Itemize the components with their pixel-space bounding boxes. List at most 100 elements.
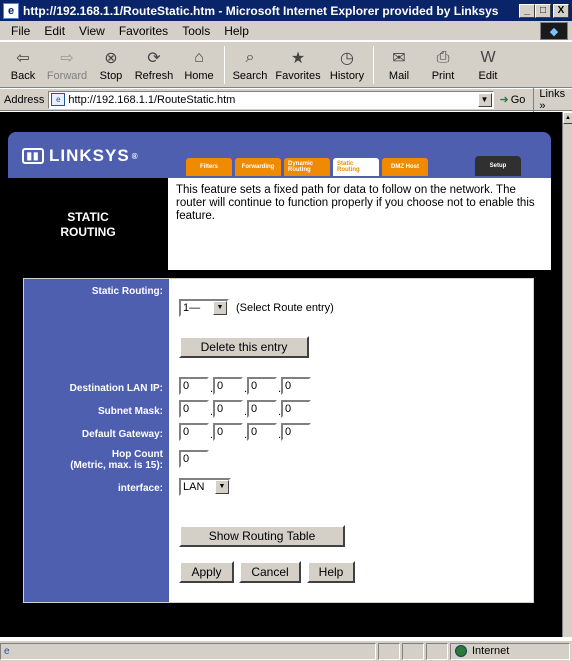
gateway-octet-3[interactable]: 0 [247, 423, 277, 441]
back-arrow-icon: ⇦ [16, 50, 30, 67]
section-title-line1: STATIC [67, 210, 109, 224]
print-label: Print [431, 70, 455, 82]
mask-octet-4[interactable]: 0 [281, 400, 311, 418]
mail-label: Mail [388, 70, 410, 82]
gateway-octet-1[interactable]: 0 [179, 423, 209, 441]
tab-setup[interactable]: Setup [475, 156, 521, 176]
home-icon: ⌂ [194, 49, 204, 66]
route-entry-select[interactable]: 1— ▼ [179, 299, 229, 317]
mail-button[interactable]: ✉ Mail [378, 43, 420, 87]
destination-ip-label: Destination LAN IP: [69, 383, 163, 394]
search-label: Search [232, 70, 268, 82]
favorites-button[interactable]: ★ Favorites [271, 43, 325, 87]
menu-file[interactable]: File [4, 24, 37, 38]
mask-octet-2[interactable]: 0 [213, 400, 243, 418]
tab-static-routing[interactable]: Static Routing [333, 158, 379, 176]
page-status-icon: e [4, 645, 10, 657]
mask-octet-3[interactable]: 0 [247, 400, 277, 418]
show-routing-table-button[interactable]: Show Routing Table [179, 525, 345, 547]
toolbar: ⇦ Back ⇨ Forward ⊗ Stop ⟳ Refresh ⌂ Home… [0, 42, 572, 88]
menu-favorites[interactable]: Favorites [112, 24, 175, 38]
interface-select[interactable]: LAN ▼ [179, 478, 231, 496]
globe-icon [455, 645, 467, 657]
security-zone: Internet [450, 642, 570, 660]
address-input[interactable]: e http://192.168.1.1/RouteStatic.htm ▼ [48, 90, 494, 109]
dest-ip-octet-2[interactable]: 0 [213, 377, 243, 395]
vertical-scrollbar[interactable]: ▲ [562, 112, 572, 637]
address-url: http://192.168.1.1/RouteStatic.htm [68, 93, 236, 106]
linksys-brand: LINKSYS [49, 146, 130, 165]
static-routing-label: Static Routing: [91, 286, 163, 297]
forward-button[interactable]: ⇨ Forward [42, 43, 92, 87]
menu-bar: File Edit View Favorites Tools Help ◆ [0, 21, 572, 41]
cancel-button[interactable]: Cancel [239, 561, 301, 583]
status-cell [426, 642, 448, 660]
default-gateway-label: Default Gateway: [81, 429, 163, 440]
chevron-down-icon: ▼ [215, 480, 229, 494]
edit-button[interactable]: W Edit [466, 43, 510, 87]
tab-dynamic-routing[interactable]: Dynamic Routing [284, 158, 330, 176]
stop-button[interactable]: ⊗ Stop [92, 43, 130, 87]
form-frame: Static Routing: Destination LAN IP: Subn… [8, 270, 551, 608]
status-text-cell: e [0, 642, 376, 660]
subnet-mask-label: Subnet Mask: [97, 406, 163, 417]
menu-tools[interactable]: Tools [175, 24, 217, 38]
edit-label: Edit [478, 70, 498, 82]
menu-edit[interactable]: Edit [37, 24, 72, 38]
gateway-octet-2[interactable]: 0 [213, 423, 243, 441]
search-icon: ⌕ [245, 49, 255, 66]
minimize-button[interactable]: _ [519, 3, 535, 18]
form-label-column: Static Routing: Destination LAN IP: Subn… [24, 279, 169, 602]
intro-text: This feature sets a fixed path for data … [176, 184, 535, 222]
stop-icon: ⊗ [104, 50, 118, 67]
print-icon: ⎙ [436, 49, 450, 66]
status-cell [402, 642, 424, 660]
route-entry-hint: (Select Route entry) [236, 302, 334, 314]
close-button[interactable]: X [553, 3, 569, 18]
gateway-octet-4[interactable]: 0 [281, 423, 311, 441]
address-bar: Address e http://192.168.1.1/RouteStatic… [0, 87, 572, 112]
links-button[interactable]: Links » [533, 87, 572, 112]
favorites-label: Favorites [275, 70, 321, 82]
dest-ip-octet-3[interactable]: 0 [247, 377, 277, 395]
dest-ip-octet-4[interactable]: 0 [281, 377, 311, 395]
go-button[interactable]: ➜ Go [500, 93, 526, 107]
intro-section: STATIC ROUTING This feature sets a fixed… [8, 178, 551, 270]
history-icon: ◷ [340, 50, 354, 67]
tab-dmz-host[interactable]: DMZ Host [382, 158, 428, 176]
scroll-up-icon[interactable]: ▲ [563, 112, 572, 124]
interface-label: interface: [117, 483, 163, 494]
back-button[interactable]: ⇦ Back [4, 43, 42, 87]
apply-button[interactable]: Apply [179, 561, 234, 583]
refresh-button[interactable]: ⟳ Refresh [130, 43, 178, 87]
router-tabs: Filters Forwarding Dynamic Routing Stati… [186, 156, 521, 176]
static-routing-form: Static Routing: Destination LAN IP: Subn… [23, 278, 534, 603]
search-button[interactable]: ⌕ Search [229, 43, 271, 87]
route-entry-value: 1— [183, 302, 201, 314]
stop-label: Stop [99, 70, 123, 82]
section-title: STATIC ROUTING [8, 178, 168, 270]
maximize-button[interactable]: □ [535, 3, 551, 18]
title-bar: e http://192.168.1.1/RouteStatic.htm - M… [0, 0, 572, 21]
mask-octet-1[interactable]: 0 [179, 400, 209, 418]
address-dropdown-icon[interactable]: ▼ [477, 92, 492, 107]
refresh-icon: ⟳ [147, 50, 161, 67]
menu-help[interactable]: Help [217, 24, 256, 38]
ie-page-icon: e [3, 2, 19, 19]
home-button[interactable]: ⌂ Home [178, 43, 220, 87]
hop-count-input[interactable]: 0 [179, 450, 209, 468]
history-button[interactable]: ◷ History [325, 43, 369, 87]
dest-ip-octet-1[interactable]: 0 [179, 377, 209, 395]
home-label: Home [184, 70, 214, 82]
toolbar-separator [224, 46, 225, 84]
interface-value: LAN [183, 481, 205, 493]
page-content: ▮▮ LINKSYS ® Filters Forwarding Dynamic … [0, 112, 562, 637]
tab-forwarding[interactable]: Forwarding [235, 158, 281, 176]
windows-logo-icon: ◆ [540, 22, 568, 40]
hop-count-label-2: (Metric, max. is 15): [70, 460, 163, 471]
help-button[interactable]: Help [307, 561, 355, 583]
delete-entry-button[interactable]: Delete this entry [179, 336, 309, 358]
menu-view[interactable]: View [72, 24, 112, 38]
print-button[interactable]: ⎙ Print [420, 43, 466, 87]
tab-filters[interactable]: Filters [186, 158, 232, 176]
